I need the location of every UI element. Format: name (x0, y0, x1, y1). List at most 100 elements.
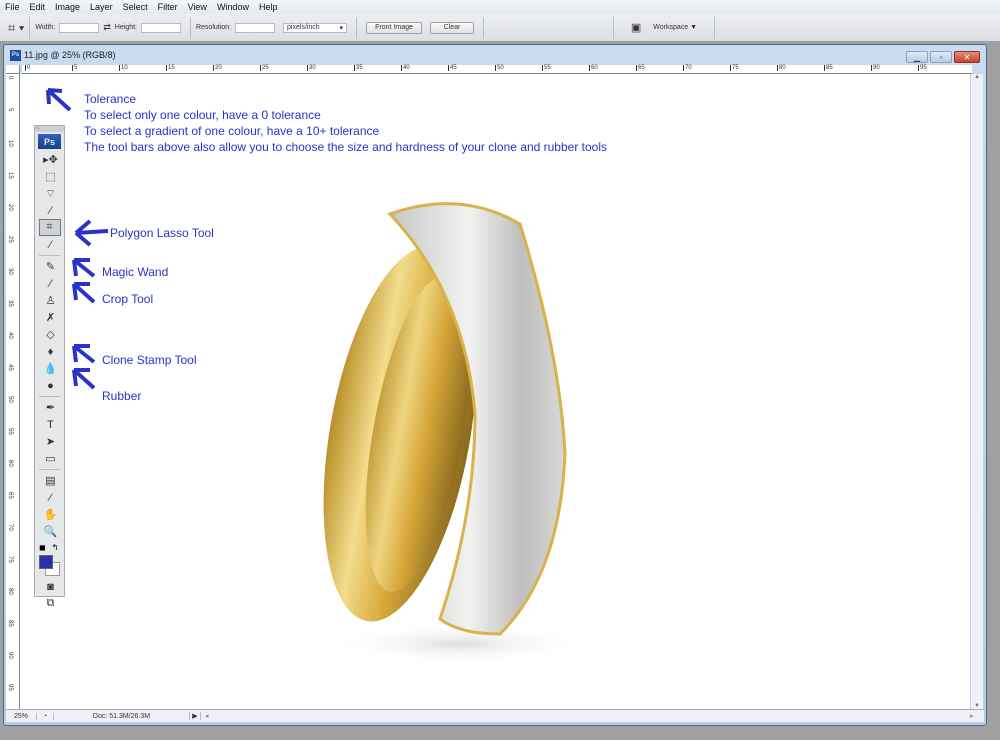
brush-icon: ⁄ (49, 277, 52, 290)
ruler-tick-label: 80 (777, 65, 786, 71)
zoom-level[interactable]: 25% (6, 713, 36, 720)
pen-tool[interactable]: ✒ (35, 399, 66, 416)
clear-button[interactable]: Clear (430, 21, 475, 34)
dodge-tool[interactable]: ● (35, 377, 66, 394)
magic-wand-tool[interactable]: ⁄ (35, 202, 66, 219)
crop-tool[interactable]: ⌗ (38, 219, 61, 236)
marquee-icon: ⬚ (45, 171, 56, 183)
notes-icon: ▤ (45, 475, 56, 487)
menu-select[interactable]: Select (123, 2, 148, 12)
eraser-tool[interactable]: ◇ (35, 326, 66, 343)
ruler-tick-label: 90 (7, 652, 13, 659)
document-titlebar: Ps 11.jpg @ 25% (RGB/8) (4, 45, 986, 65)
ruler-tick-label: 50 (495, 65, 504, 71)
ruler-tick-label: 65 (7, 492, 13, 499)
crop-tool-label: Crop Tool (102, 292, 154, 306)
quick-mask-button[interactable]: ◙ (35, 578, 66, 595)
front-image-button[interactable]: Front Image (366, 21, 423, 34)
tolerance-note: Tolerance To select only one colour, have… (84, 91, 607, 155)
paint-bucket-icon: ♦ (47, 345, 54, 358)
polygon-lasso-tool[interactable]: ⌔ (35, 185, 66, 202)
blur-tool[interactable]: 💧 (35, 360, 66, 377)
menu-window[interactable]: Window (217, 2, 249, 12)
ps-logo[interactable]: Ps (38, 134, 61, 149)
vertical-scrollbar[interactable]: ▲ ▼ (970, 74, 983, 711)
blur-icon: 💧 (43, 363, 58, 375)
status-icon[interactable]: ◔ (36, 712, 54, 720)
eyedropper-tool[interactable]: ⁄ (35, 489, 66, 506)
path-select-icon: ➤ (45, 436, 56, 448)
shape-icon: ▭ (45, 453, 56, 465)
unit-select[interactable]: pixels/inch ▾ (283, 22, 348, 33)
unit-value: pixels/inch (287, 23, 320, 31)
clone-stamp-tool[interactable]: ♙ (35, 292, 66, 309)
marquee-tool[interactable]: ⬚ (35, 168, 66, 185)
scroll-up-icon[interactable]: ▲ (971, 74, 983, 80)
healing-tool[interactable]: ✎ (35, 258, 66, 275)
hand-tool[interactable]: ✋ (35, 506, 66, 523)
ruler-tick-label: 75 (7, 556, 13, 563)
history-brush-tool[interactable]: ✗ (35, 309, 66, 326)
notes-tool[interactable]: ▤ (35, 472, 66, 489)
brush-tool[interactable]: ⁄ (35, 275, 66, 292)
menu-help[interactable]: Help (259, 2, 278, 12)
status-bar: 25% ◔ Doc: 51.3M/26.3M ▶ ◂ ▸ (6, 709, 984, 722)
default-colors-icon[interactable]: ◼ ↰ (35, 540, 64, 554)
crop-tool-preset-icon[interactable]: ⌗ ▾ (8, 20, 24, 36)
ruler-tick-label: 35 (354, 65, 363, 71)
menu-image[interactable]: Image (55, 2, 80, 12)
status-menu-arrow[interactable]: ▶ (189, 712, 201, 720)
width-input[interactable] (59, 22, 100, 33)
swap-colors-icon[interactable]: ↰ (52, 543, 59, 552)
menu-layer[interactable]: Layer (90, 2, 113, 12)
image-canvas[interactable]: Tolerance To select only one colour, have… (20, 74, 972, 711)
polygon-lasso-arrow (70, 217, 110, 254)
ruler-tick-label: 45 (7, 364, 13, 371)
menu-view[interactable]: View (188, 2, 207, 12)
foreground-color-swatch[interactable] (39, 555, 53, 569)
ruler-origin[interactable] (6, 65, 20, 74)
scroll-right-icon[interactable]: ▸ (970, 712, 984, 720)
workspace-menu[interactable]: Workspace ▼ (653, 24, 697, 31)
maximize-button[interactable]: ▫ (930, 51, 952, 63)
document-title: 11.jpg @ 25% (RGB/8) (24, 50, 116, 60)
shape-tool[interactable]: ▭ (35, 450, 66, 467)
ruler-tick-label: 20 (7, 204, 13, 211)
height-input[interactable] (140, 22, 181, 33)
menu-edit[interactable]: Edit (30, 2, 46, 12)
slice-tool[interactable]: ⁄ (35, 236, 66, 253)
type-tool[interactable]: T (35, 416, 66, 433)
ruler-tick-label: 70 (7, 524, 13, 531)
eyedropper-icon: ⁄ (49, 491, 52, 504)
horizontal-ruler[interactable]: 0 5 10 15 20 25 30 35 40 45 50 55 60 65 70 75 80 85 90 95 (22, 65, 972, 74)
zoom-tool[interactable]: 🔍 (35, 523, 66, 540)
path-select-tool[interactable]: ➤ (35, 433, 66, 450)
resolution-label: Resolution: (195, 24, 232, 31)
horizontal-scrollbar[interactable]: ◂ (201, 712, 970, 720)
move-icon: ▸✥ (43, 154, 58, 166)
minimize-button[interactable]: ▁ (906, 51, 928, 63)
menu-file[interactable]: File (5, 2, 20, 12)
ruler-tick-label: 95 (918, 65, 927, 71)
ruler-tick-label: 30 (307, 65, 316, 71)
close-button[interactable]: ✕ (954, 51, 980, 63)
paint-bucket-tool[interactable]: ♦ (35, 343, 66, 360)
swap-icon[interactable]: ⇄ (103, 22, 111, 33)
move-tool[interactable]: ▸✥ (35, 151, 66, 168)
polygon-lasso-icon: ⌔ (45, 187, 56, 200)
ruler-tick-label: 70 (683, 65, 692, 71)
history-brush-icon: ✗ (45, 312, 56, 324)
screen-mode-button[interactable]: ⧉ (35, 595, 66, 612)
vertical-ruler[interactable]: 0 5 10 15 20 25 30 35 40 45 50 55 60 65 70 75 80 85 90 95 (6, 74, 20, 711)
bridge-icon[interactable]: ▣ (631, 21, 641, 34)
ruler-tick-label: 15 (7, 172, 13, 179)
slice-icon: ⁄ (49, 238, 52, 251)
resolution-input[interactable] (235, 22, 276, 33)
ruler-tick-label: 15 (166, 65, 175, 71)
ruler-tick-label: 5 (7, 108, 13, 112)
ruler-tick-label: 45 (448, 65, 457, 71)
menu-filter[interactable]: Filter (158, 2, 178, 12)
ruler-tick-label: 0 (7, 76, 13, 80)
tools-panel-grip[interactable]: » (35, 126, 64, 132)
ruler-tick-label: 20 (213, 65, 222, 71)
